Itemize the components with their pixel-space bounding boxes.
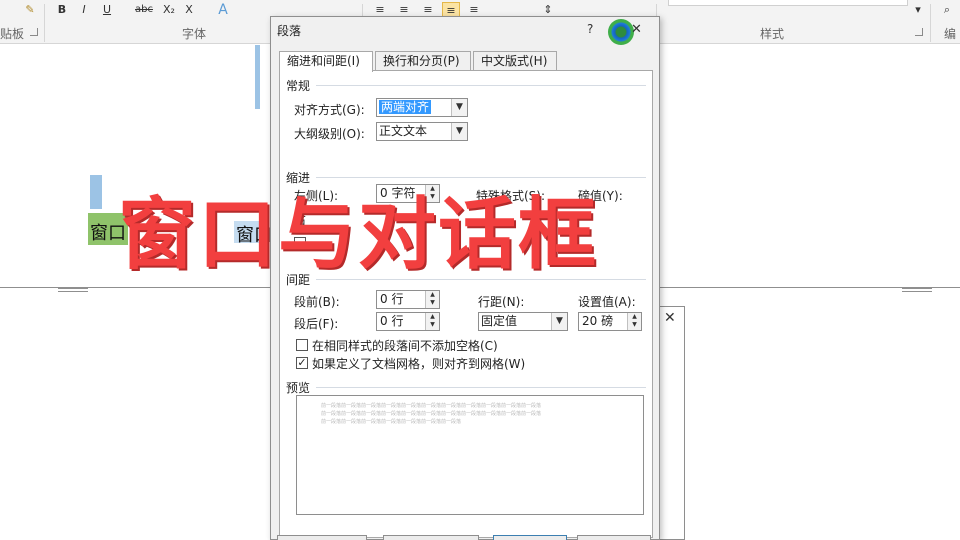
spinner-buttons[interactable]: ▲ ▼ [425, 291, 439, 308]
spinner-buttons[interactable]: ▲ ▼ [627, 313, 641, 330]
space-after-value: 0 行 [380, 314, 404, 328]
default-button[interactable] [383, 535, 479, 540]
tab-indents-spacing[interactable]: 缩进和间距(I) [279, 51, 373, 72]
preview-line: 前一段落前一段落前一段落前一段落前一段落前一段落前一段落 [321, 419, 462, 425]
space-after-input[interactable]: 0 行 ▲ ▼ [376, 312, 440, 331]
tab-line-page-breaks[interactable]: 换行和分页(P) [375, 51, 471, 71]
chevron-down-icon: ▼ [551, 313, 567, 330]
alignment-value: 两端对齐 [379, 100, 432, 114]
space-before-label: 段前(B): [294, 295, 340, 309]
no-space-same-style-label[interactable]: 在相同样式的段落间不添加空格(C) [312, 337, 498, 354]
space-before-value: 0 行 [380, 292, 404, 306]
line-spacing-value: 固定值 [481, 314, 518, 328]
down-arrow-icon[interactable]: ▼ [426, 299, 439, 307]
spacing-at-label: 设置值(A): [578, 295, 636, 309]
group-divider [44, 4, 45, 42]
group-divider [930, 4, 931, 42]
tab-panel: 常规 对齐方式(G): 两端对齐 ▼ 大纲级别(O): 正文文本 ▼ 缩进 左侧… [279, 70, 653, 538]
selection-marker [90, 175, 102, 209]
italic-button[interactable]: I [78, 2, 90, 18]
space-after-label: 段后(F): [294, 317, 339, 331]
font-group-label: 字体 [182, 27, 207, 41]
clipboard-launcher-icon[interactable] [30, 28, 38, 36]
down-arrow-icon[interactable]: ▼ [628, 321, 641, 329]
snap-to-grid-checkbox[interactable]: ✓ [296, 357, 308, 369]
general-heading: 常规 [286, 79, 311, 93]
up-arrow-icon[interactable]: ▲ [628, 313, 641, 321]
general-rule [316, 85, 646, 86]
styles-group-label: 样式 [760, 27, 785, 41]
superscript-button[interactable]: X [182, 2, 196, 18]
spacing-at-value: 20 磅 [582, 314, 614, 328]
indent-heading: 缩进 [286, 171, 311, 185]
background-close-icon[interactable]: ✕ [664, 310, 676, 326]
margin-marker-left [58, 288, 88, 292]
alignment-select[interactable]: 两端对齐 ▼ [376, 98, 468, 117]
no-space-same-style-checkbox[interactable] [296, 339, 308, 351]
up-arrow-icon[interactable]: ▲ [426, 313, 439, 321]
subscript-button[interactable]: X₂ [160, 2, 178, 18]
space-before-input[interactable]: 0 行 ▲ ▼ [376, 290, 440, 309]
tabs-button[interactable] [277, 535, 367, 540]
outline-level-select[interactable]: 正文文本 ▼ [376, 122, 468, 141]
cancel-button[interactable] [577, 535, 651, 540]
chevron-down-icon: ▼ [451, 123, 467, 140]
outline-level-value: 正文文本 [379, 124, 428, 138]
close-button[interactable]: ✕ [631, 22, 642, 37]
help-button[interactable]: ? [587, 22, 593, 36]
strikethrough-button[interactable]: abc [132, 2, 156, 18]
up-arrow-icon[interactable]: ▲ [426, 291, 439, 299]
line-spacing-label: 行距(N): [478, 295, 525, 309]
edit-group-label: 编 [944, 27, 957, 41]
text-effects-icon[interactable]: A [214, 2, 232, 18]
tab-asian-typography[interactable]: 中文版式(H) [473, 51, 557, 71]
styles-gallery[interactable] [668, 0, 908, 6]
clipboard-group-label: 贴板 [0, 27, 25, 41]
overlay-title: 窗口与对话框 [118, 190, 599, 280]
chevron-down-icon: ▼ [451, 99, 467, 116]
bold-button[interactable]: B [56, 2, 68, 18]
preview-line: 前一段落前一段落前一段落前一段落前一段落前一段落前一段落前一段落前一段落前一段落… [321, 411, 542, 417]
styles-launcher-icon[interactable] [915, 28, 923, 36]
format-painter-icon[interactable]: ✎ [22, 2, 38, 18]
ok-button[interactable] [493, 535, 567, 540]
vertical-ruler-marker [255, 45, 260, 109]
preview-heading: 预览 [286, 381, 311, 395]
spacing-at-input[interactable]: 20 磅 ▲ ▼ [578, 312, 642, 331]
dialog-title: 段落 [277, 24, 302, 38]
down-arrow-icon[interactable]: ▼ [426, 321, 439, 329]
outline-level-label: 大纲级别(O): [294, 127, 365, 141]
spinner-buttons[interactable]: ▲ ▼ [425, 313, 439, 330]
margin-marker-right [902, 288, 932, 292]
indent-rule [316, 177, 646, 178]
preview-rule [316, 387, 646, 388]
preview-box: 前一段落前一段落前一段落前一段落前一段落前一段落前一段落前一段落前一段落前一段落… [296, 395, 644, 515]
find-icon[interactable]: ⌕ [940, 2, 954, 18]
alignment-label: 对齐方式(G): [294, 103, 365, 117]
preview-line: 前一段落前一段落前一段落前一段落前一段落前一段落前一段落前一段落前一段落前一段落… [321, 403, 542, 409]
line-spacing-select[interactable]: 固定值 ▼ [478, 312, 568, 331]
underline-button[interactable]: U [100, 2, 114, 18]
styles-more-icon[interactable]: ▾ [912, 2, 924, 18]
snap-to-grid-label[interactable]: 如果定义了文档网格，则对齐到网格(W) [312, 355, 525, 372]
